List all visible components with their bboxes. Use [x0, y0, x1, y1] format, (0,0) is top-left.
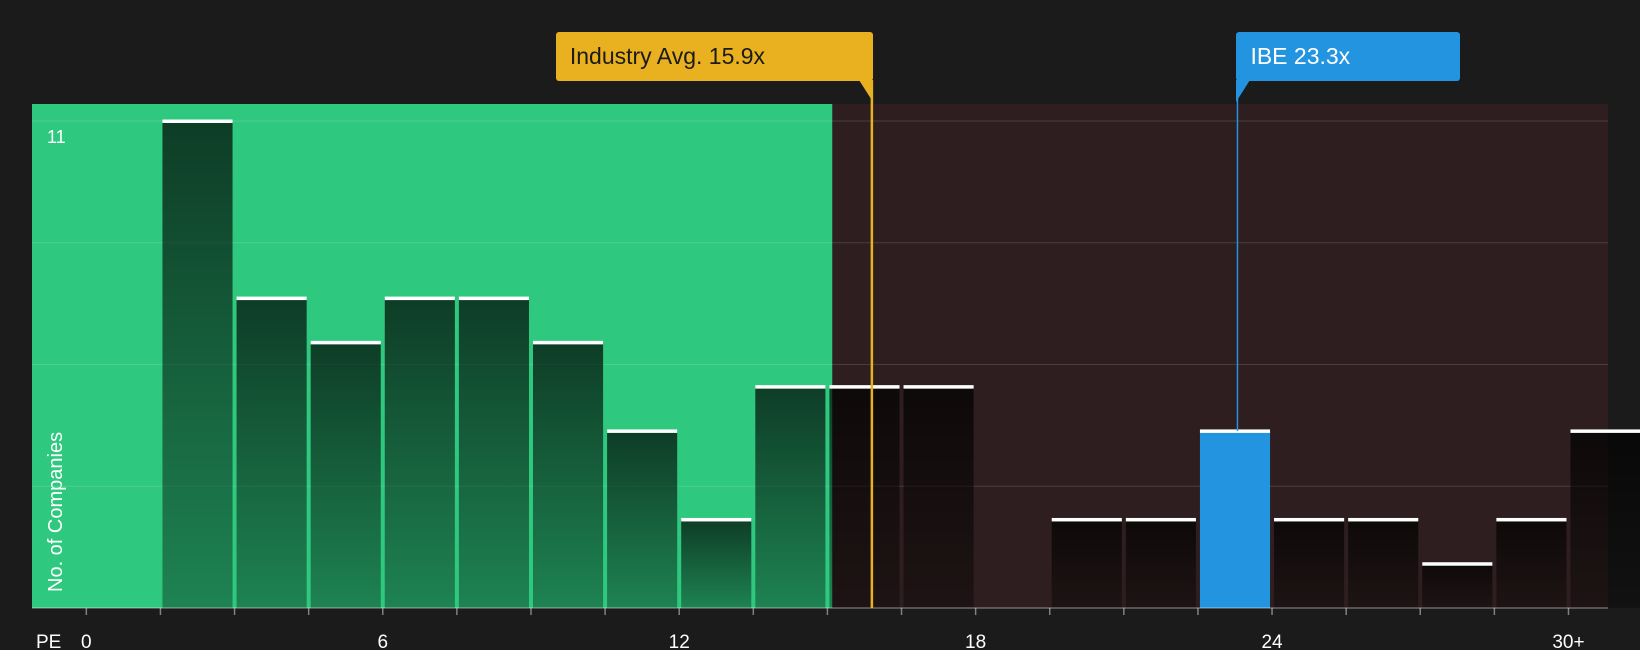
bar-top-marker: [532, 340, 604, 345]
pe-distribution-chart: 0 6 12 18 24 30+ PE No. of Companies 11: [32, 80, 1640, 650]
bar-top-marker: [1570, 429, 1640, 433]
highlighted-bar: [1199, 430, 1271, 608]
bar-top-marker: [829, 385, 900, 389]
histogram-bar: [458, 298, 529, 608]
bar-top-marker: [903, 385, 974, 389]
x-tick-label: 0: [81, 632, 92, 650]
bar-top-marker: [1274, 517, 1345, 522]
bar-top-marker: [458, 296, 529, 301]
bar-top-marker: [162, 119, 233, 123]
histogram-bar: [903, 386, 974, 608]
x-axis-label: PE: [36, 632, 61, 650]
histogram-bar: [1125, 519, 1196, 608]
histogram-bar: [1570, 430, 1640, 608]
histogram-bar: [1496, 519, 1567, 608]
industry-average-callout: Industry Avg. 15.9x: [555, 32, 873, 81]
histogram-bar: [162, 121, 233, 608]
histogram-bar: [1051, 519, 1122, 608]
bar-top-marker: [681, 517, 752, 522]
histogram-bar: [236, 298, 307, 608]
y-axis-label: No. of Companies: [45, 432, 67, 592]
bar-top-marker: [1125, 517, 1196, 522]
company-pe-callout: IBE 23.3x: [1236, 32, 1461, 81]
x-tick-label: 12: [669, 632, 690, 650]
x-tick-label: 30+: [1552, 632, 1584, 650]
histogram-bar: [607, 430, 678, 608]
industry-callout-pointer: [858, 80, 873, 102]
histogram-bar: [681, 519, 752, 608]
x-tick-label: 18: [965, 632, 986, 650]
bar-top-marker: [1422, 562, 1493, 566]
histogram-bar: [1348, 519, 1419, 608]
bar-top-marker: [1496, 517, 1567, 522]
histogram-bar: [384, 298, 455, 608]
bar-top-marker: [607, 429, 678, 433]
company-callout-pointer: [1236, 80, 1251, 102]
x-tick-label: 6: [377, 632, 388, 650]
bar-top-marker: [1051, 517, 1122, 522]
bar-top-marker: [1348, 517, 1419, 522]
bar-top-marker: [384, 296, 455, 301]
bar-top-marker: [755, 385, 826, 389]
bar-top-marker: [310, 340, 381, 345]
x-tick-label: 24: [1261, 632, 1283, 650]
y-tick-label: 11: [47, 127, 66, 147]
histogram-bar: [1422, 563, 1493, 608]
histogram-bar: [1274, 519, 1345, 608]
bar-top-marker: [236, 296, 307, 301]
histogram-bar: [755, 386, 826, 608]
bar-top-marker: [1199, 429, 1271, 433]
histogram-bar: [310, 342, 381, 608]
histogram-bar: [829, 386, 900, 608]
x-axis-ticks: 0 6 12 18 24 30+: [81, 608, 1585, 650]
histogram-bar: [532, 342, 604, 608]
